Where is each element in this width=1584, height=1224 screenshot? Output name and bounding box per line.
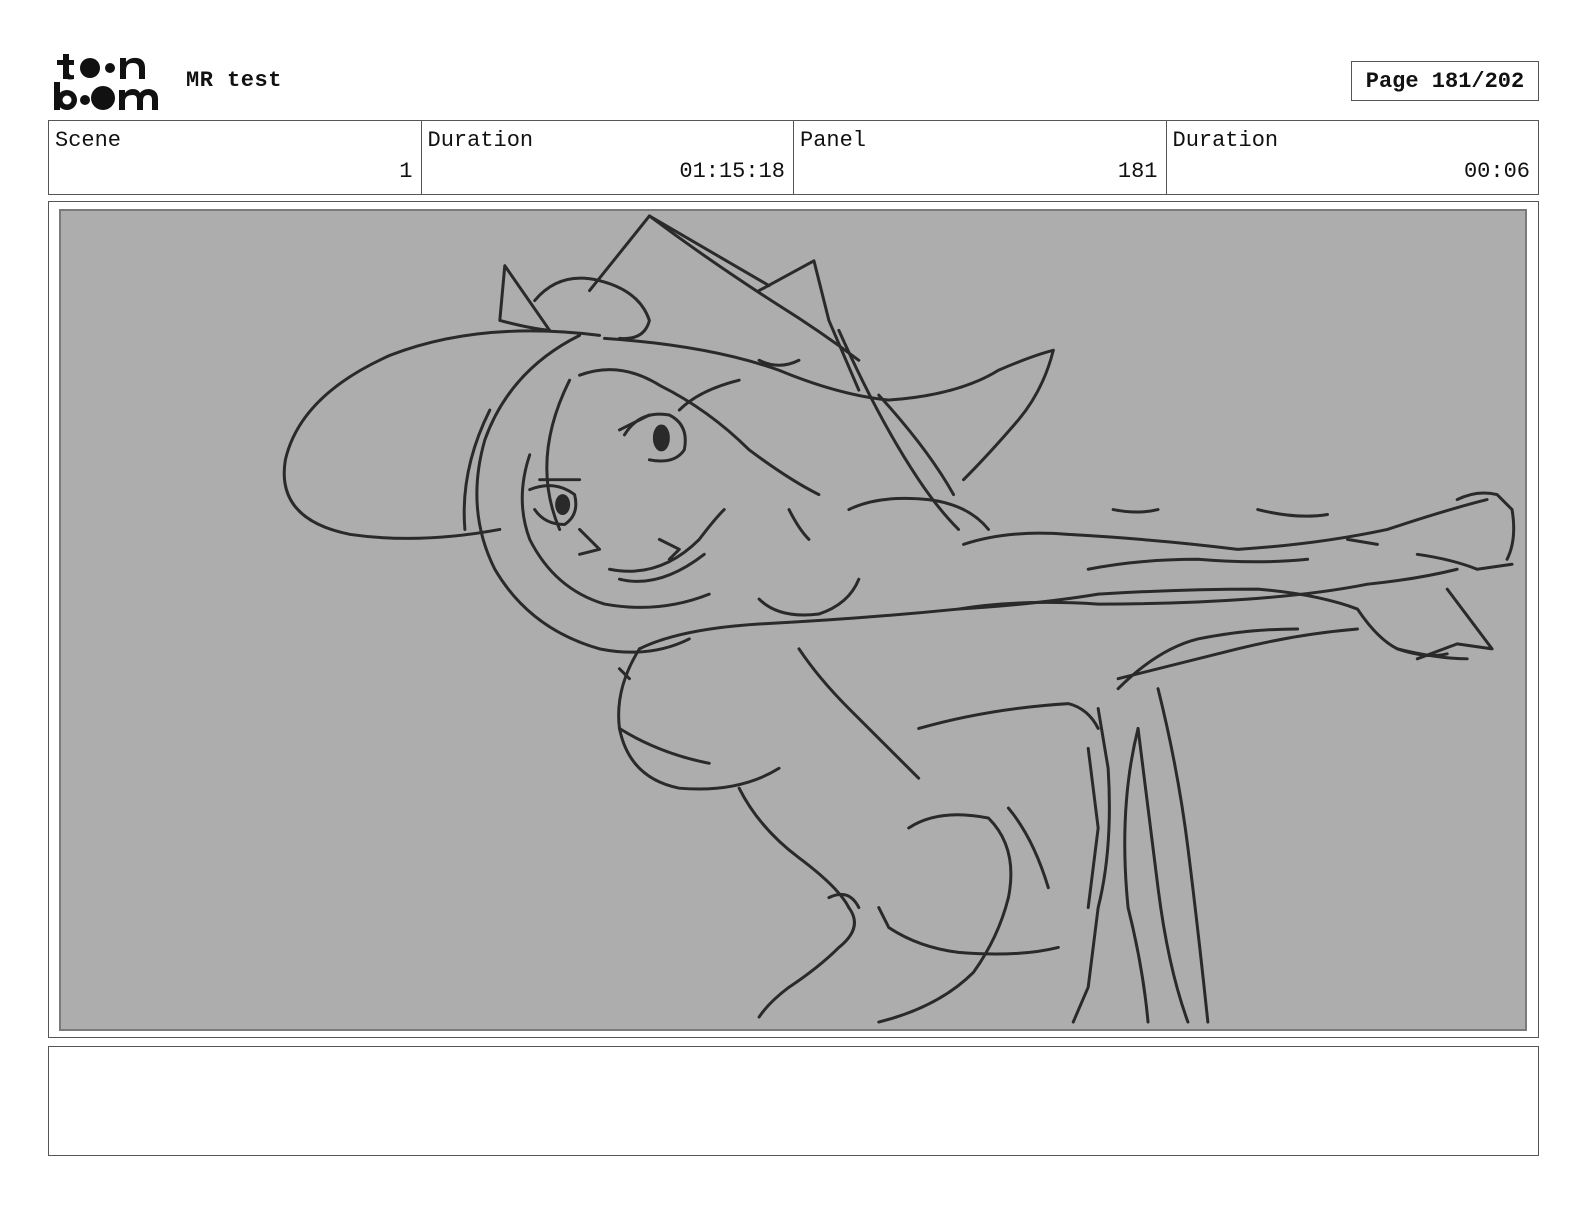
panel-frame <box>48 201 1539 1038</box>
panel-label: Panel <box>800 128 867 153</box>
toon-boom-logo <box>52 50 164 112</box>
panel-duration-value: 00:06 <box>1463 159 1530 184</box>
scene-label: Scene <box>55 128 122 153</box>
panel-notes-box <box>48 1046 1539 1156</box>
panel-duration-cell: Duration 00:06 <box>1167 121 1539 194</box>
panel-value: 181 <box>1117 159 1158 184</box>
scene-duration-value: 01:15:18 <box>679 159 785 184</box>
scene-duration-cell: Duration 01:15:18 <box>422 121 794 194</box>
panel-cell: Panel 181 <box>794 121 1167 194</box>
sketch-drawing-icon <box>282 214 1516 1024</box>
scene-cell: Scene 1 <box>49 121 422 194</box>
scene-duration-label: Duration <box>427 128 534 153</box>
panel-duration-label: Duration <box>1172 128 1279 153</box>
page-indicator: Page 181/202 <box>1351 61 1539 101</box>
page-number-label: Page 181/202 <box>1365 68 1525 94</box>
panel-sketch-image <box>59 209 1527 1031</box>
toon-boom-logo-icon <box>54 54 158 110</box>
scene-value: 1 <box>399 159 413 184</box>
project-title: MR test <box>186 68 282 93</box>
scene-info-bar: Scene 1 Duration 01:15:18 Panel 181 Dura… <box>48 120 1539 195</box>
